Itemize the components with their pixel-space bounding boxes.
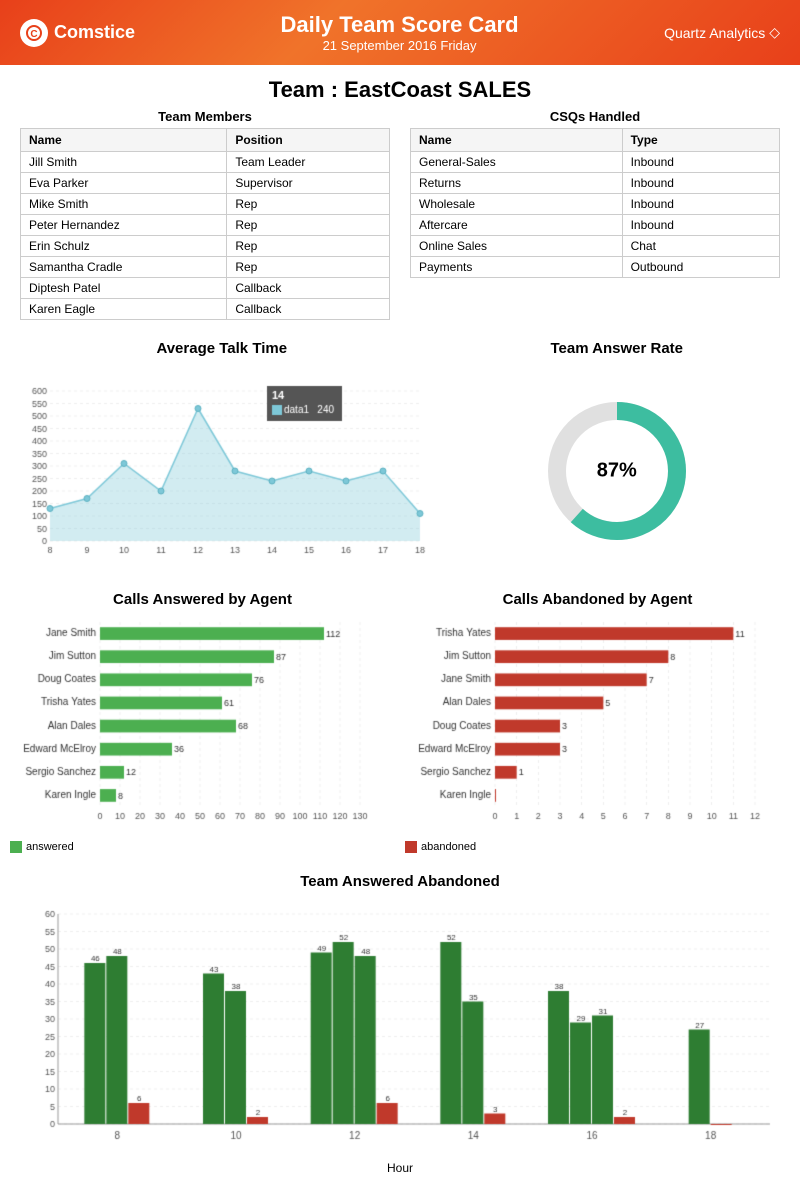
abandoned-legend: abandoned xyxy=(405,841,790,853)
abandoned-chart xyxy=(405,612,775,832)
table-row: Samantha CradleRep xyxy=(21,257,390,278)
header-center: Daily Team Score Card 21 September 2016 … xyxy=(281,12,519,53)
bottom-chart-canvas xyxy=(20,894,780,1154)
line-chart xyxy=(10,361,434,581)
table-row: ReturnsInbound xyxy=(411,173,780,194)
csqs-label: CSQs Handled xyxy=(410,109,780,124)
answered-legend-label: answered xyxy=(26,841,74,853)
report-date: 21 September 2016 Friday xyxy=(281,38,519,53)
table-row: Jill SmithTeam Leader xyxy=(21,152,390,173)
logo-circle: C xyxy=(20,19,48,47)
donut-value: 87% xyxy=(597,460,637,483)
bottom-chart-xlabel: Hour xyxy=(20,1161,780,1175)
col-csq-name: Name xyxy=(411,129,623,152)
header: C Comstice Daily Team Score Card 21 Sept… xyxy=(0,0,800,65)
abandoned-legend-box xyxy=(405,841,417,853)
avg-talk-time-title: Average Talk Time xyxy=(10,340,434,357)
calls-abandoned-block: Calls Abandoned by Agent abandoned xyxy=(405,591,790,853)
charts-row-1: Average Talk Time Team Answer Rate 87% xyxy=(0,330,800,581)
table-row: Erin SchulzRep xyxy=(21,236,390,257)
csqs-table: Name Type General-SalesInboundReturnsInb… xyxy=(410,128,780,278)
table-row: Peter HernandezRep xyxy=(21,215,390,236)
calls-answered-title: Calls Answered by Agent xyxy=(10,591,395,608)
brand-name: Comstice xyxy=(54,22,135,43)
table-row: WholesaleInbound xyxy=(411,194,780,215)
table-row: Online SalesChat xyxy=(411,236,780,257)
calls-abandoned-title: Calls Abandoned by Agent xyxy=(405,591,790,608)
col-position: Position xyxy=(227,129,390,152)
col-name: Name xyxy=(21,129,227,152)
table-row: AftercareInbound xyxy=(411,215,780,236)
answer-rate-title: Team Answer Rate xyxy=(444,340,791,357)
svg-text:C: C xyxy=(30,29,37,40)
csqs-block: CSQs Handled Name Type General-SalesInbo… xyxy=(410,109,780,320)
tables-section: Team Members Name Position Jill SmithTea… xyxy=(0,109,800,330)
bottom-chart-block: Team Answered Abandoned Hour xyxy=(0,863,800,1185)
col-csq-type: Type xyxy=(622,129,779,152)
answer-rate-block: Team Answer Rate 87% xyxy=(444,340,791,581)
table-row: Mike SmithRep xyxy=(21,194,390,215)
team-members-block: Team Members Name Position Jill SmithTea… xyxy=(20,109,390,320)
answered-legend: answered xyxy=(10,841,395,853)
donut-container: 87% xyxy=(444,361,791,581)
table-row: PaymentsOutbound xyxy=(411,257,780,278)
calls-answered-block: Calls Answered by Agent answered xyxy=(10,591,395,853)
brand-logo: C Comstice xyxy=(20,19,135,47)
avg-talk-time-block: Average Talk Time xyxy=(10,340,434,581)
table-row: Karen EagleCallback xyxy=(21,299,390,320)
bottom-chart-title: Team Answered Abandoned xyxy=(20,873,780,890)
team-members-table: Name Position Jill SmithTeam LeaderEva P… xyxy=(20,128,390,320)
table-row: Eva ParkerSupervisor xyxy=(21,173,390,194)
answered-legend-box xyxy=(10,841,22,853)
abandoned-legend-label: abandoned xyxy=(421,841,476,853)
answered-chart xyxy=(10,612,380,832)
team-members-label: Team Members xyxy=(20,109,390,124)
page-title: Daily Team Score Card xyxy=(281,12,519,38)
analytics-brand: Quartz Analytics ◇ xyxy=(664,24,780,41)
bar-charts-row: Calls Answered by Agent answered Calls A… xyxy=(0,581,800,863)
table-row: Diptesh PatelCallback xyxy=(21,278,390,299)
team-title: Team : EastCoast SALES xyxy=(0,65,800,109)
table-row: General-SalesInbound xyxy=(411,152,780,173)
